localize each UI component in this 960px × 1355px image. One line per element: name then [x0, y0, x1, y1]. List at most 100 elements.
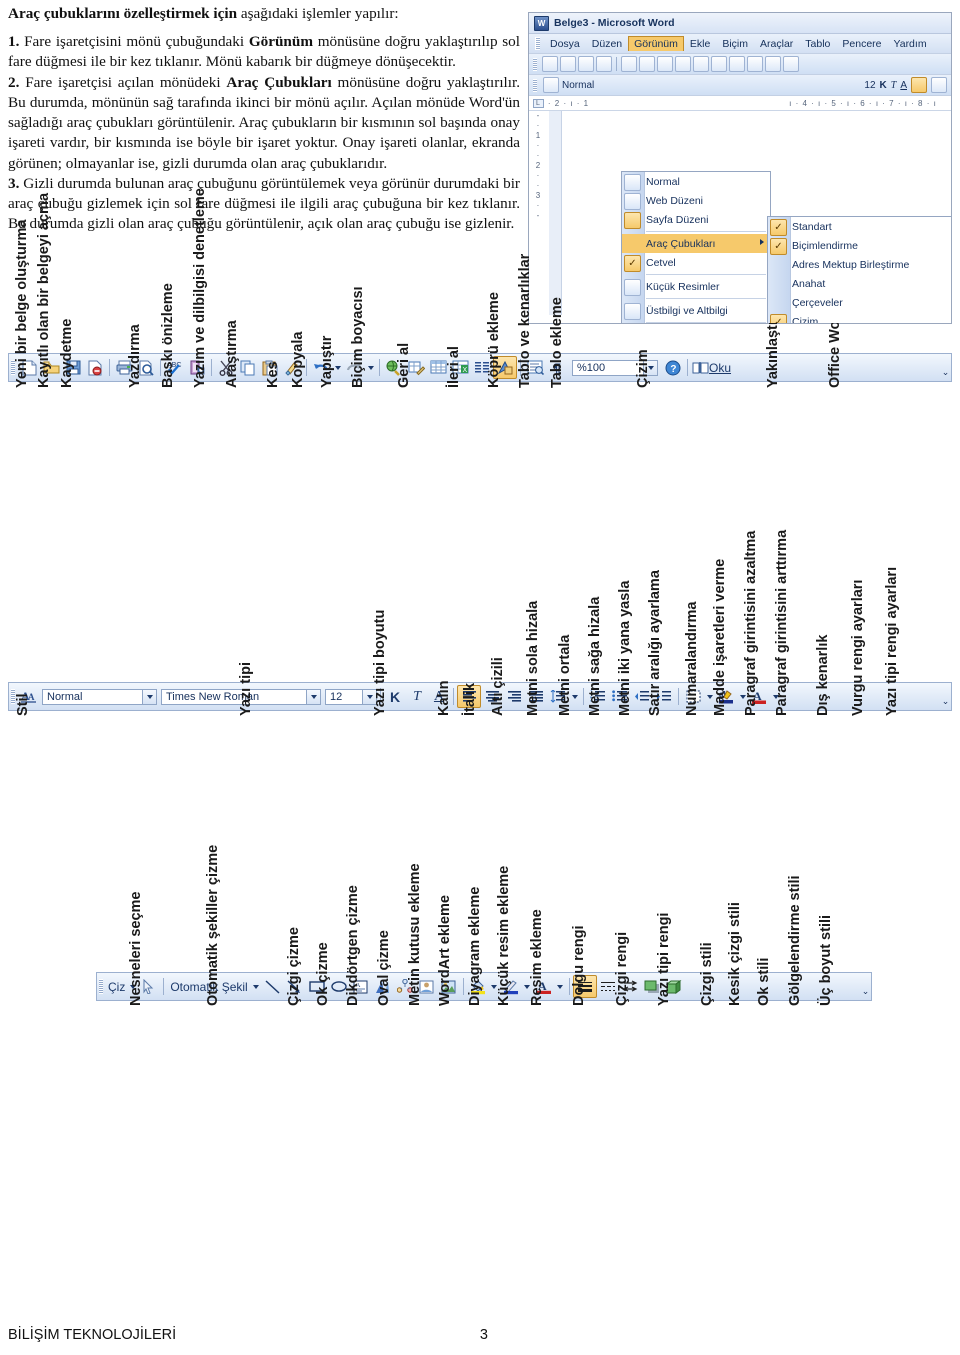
- callout-numbering: Numaralandırma: [684, 601, 700, 716]
- formatting-grip-icon[interactable]: [533, 78, 537, 92]
- footer-left-text: BİLİŞİM TEKNOLOJİLERİ: [8, 1327, 177, 1343]
- mini-save-disk-icon[interactable]: [578, 56, 594, 72]
- ruler-marks-left: · 2 · ı · 1: [547, 98, 590, 108]
- read-label[interactable]: Oku: [709, 361, 731, 375]
- normal-view-icon: [624, 174, 641, 191]
- mini-excel-sheet-icon[interactable]: [765, 56, 781, 72]
- help-question-icon[interactable]: ?: [662, 357, 684, 378]
- mini-align-center-button[interactable]: [931, 77, 947, 93]
- mini-bold-button[interactable]: K: [880, 80, 887, 91]
- drawing-font-color-dropdown-icon[interactable]: [555, 976, 566, 997]
- submenu-item-standart[interactable]: ✓ Standart: [768, 217, 951, 236]
- permission-icon[interactable]: [84, 357, 106, 378]
- menu-item-label: Sayfa Düzeni: [646, 213, 709, 226]
- align-right-button[interactable]: [503, 686, 525, 707]
- submenu-item-adres-mektup[interactable]: Adres Mektup Birleştirme: [768, 255, 951, 274]
- style-dropdown-arrow-icon[interactable]: [142, 689, 156, 704]
- callout-rectangle: Dikdörtgen çizme: [345, 885, 361, 1006]
- word-window-screenshot: W Belge3 - Microsoft Word Dosya Düzen Gö…: [528, 12, 952, 324]
- callout-insert-picture: Resim ekleme: [529, 909, 545, 1006]
- callout-spellcheck: Yazım ve dilbilgisi denetleme: [192, 188, 208, 388]
- formatting-toolbar: AA Normal Times New Roman 12 K T A 123 a…: [8, 682, 952, 711]
- toolbar-separator: [583, 688, 584, 705]
- step1-number: 1.: [8, 33, 20, 51]
- menu-item-cetvel[interactable]: ✓ Cetvel: [622, 253, 770, 272]
- read-book-icon[interactable]: [691, 357, 709, 378]
- callout-line-spacing: Satır aralığı ayarlama: [647, 570, 663, 716]
- tab-selector-icon[interactable]: L: [533, 98, 544, 108]
- mini-hyperlink-icon[interactable]: [711, 56, 727, 72]
- mini-undo-icon[interactable]: [675, 56, 691, 72]
- menu-item-arac-cubuklari[interactable]: Araç Çubukları: [622, 234, 770, 253]
- menu-tablo[interactable]: Tablo: [799, 36, 836, 52]
- mini-new-document-icon[interactable]: [542, 56, 558, 72]
- menu-gorunum[interactable]: Görünüm: [628, 36, 684, 51]
- mini-align-left-button[interactable]: [911, 77, 927, 93]
- drawing-toolbar-overflow-icon[interactable]: ⌄: [860, 976, 871, 997]
- toolbar-grip-icon[interactable]: [533, 57, 537, 71]
- menu-araclar[interactable]: Araçlar: [754, 36, 799, 52]
- mini-format-painter-icon[interactable]: [657, 56, 673, 72]
- menu-item-normal[interactable]: Normal: [622, 172, 770, 191]
- menu-item-sayfa-duzeni[interactable]: Sayfa Düzeni: [622, 210, 770, 229]
- menu-bicim[interactable]: Biçim: [716, 36, 754, 52]
- mini-columns-icon[interactable]: [783, 56, 799, 72]
- font-size-combo[interactable]: 12: [325, 688, 377, 705]
- mini-tables-borders-icon[interactable]: [729, 56, 745, 72]
- menu-pencere[interactable]: Pencere: [836, 36, 887, 52]
- svg-text:X: X: [462, 367, 467, 374]
- menu-separator: [646, 322, 766, 323]
- menu-ekle[interactable]: Ekle: [684, 36, 716, 52]
- menu-yardim[interactable]: Yardım: [888, 36, 933, 52]
- mini-open-folder-icon[interactable]: [560, 56, 576, 72]
- web-layout-icon: [624, 193, 641, 210]
- step2-keyword: Araç Çubukları: [226, 73, 332, 91]
- menu-dosya[interactable]: Dosya: [544, 36, 586, 52]
- style-combo[interactable]: Normal: [42, 688, 157, 705]
- italic-button[interactable]: T: [406, 686, 428, 707]
- copy-icon[interactable]: [237, 357, 259, 378]
- submenu-item-bicimlendirme[interactable]: ✓ Biçimlendirme: [768, 236, 951, 255]
- menu-item-label: Üstbilgi ve Altbilgi: [646, 304, 728, 317]
- callout-fill-color: Dolgu rengi: [571, 925, 587, 1006]
- submenu-item-anahat[interactable]: Anahat: [768, 274, 951, 293]
- toolbar-overflow-icon[interactable]: ⌄: [940, 357, 951, 378]
- callout-save: Kaydetme: [59, 318, 75, 388]
- callout-oval: Oval çizme: [376, 930, 392, 1006]
- submenu-item-cizim[interactable]: ✓ Çizim: [768, 312, 951, 324]
- draw-menu-button[interactable]: Çiz: [106, 980, 127, 994]
- menu-item-ustbilgi-altbilgi[interactable]: Üstbilgi ve Altbilgi: [622, 301, 770, 320]
- callout-align-left: Metni sola hizala: [525, 600, 541, 716]
- mini-style-icon[interactable]: [543, 77, 559, 93]
- mini-permission-icon[interactable]: [596, 56, 612, 72]
- callout-italic: İtalik: [462, 682, 478, 716]
- drawing-toolbar-grip-icon[interactable]: [99, 979, 103, 994]
- callout-wordart: WordArt ekleme: [437, 895, 453, 1006]
- toolbar-separator: [306, 359, 307, 376]
- menubar-grip-icon[interactable]: [535, 37, 540, 50]
- mini-size-value[interactable]: 12: [864, 80, 875, 91]
- menu-item-web-duzeni[interactable]: Web Düzeni: [622, 191, 770, 210]
- redo-dropdown-icon[interactable]: [365, 357, 376, 378]
- step2-text-a: Fare işaretçisi açılan mönüdeki: [19, 73, 227, 91]
- callout-align-center: Metni ortala: [557, 634, 573, 716]
- line-icon[interactable]: [262, 976, 284, 997]
- mini-print-icon[interactable]: [621, 56, 637, 72]
- autoshape-dropdown-icon[interactable]: [251, 976, 262, 997]
- toolbar-separator: [379, 359, 380, 376]
- mini-underline-button[interactable]: A: [900, 80, 907, 91]
- mini-italic-button[interactable]: T: [891, 80, 897, 91]
- mini-insert-table-icon[interactable]: [747, 56, 763, 72]
- formatting-toolbar-overflow-icon[interactable]: ⌄: [940, 686, 951, 707]
- mini-style-value[interactable]: Normal: [562, 80, 594, 91]
- page-footer: BİLİŞİM TEKNOLOJİLERİ 3: [8, 1327, 952, 1343]
- mini-redo-icon[interactable]: [693, 56, 709, 72]
- mini-print-preview-icon[interactable]: [639, 56, 655, 72]
- menu-item-kucuk-resimler[interactable]: Küçük Resimler: [622, 277, 770, 296]
- submenu-item-cerceveler[interactable]: Çerçeveler: [768, 293, 951, 312]
- submenu-item-label: Çizim: [792, 315, 819, 324]
- menu-duzen[interactable]: Düzen: [586, 36, 628, 52]
- font-dropdown-arrow-icon[interactable]: [306, 689, 320, 704]
- toolbar-separator: [211, 359, 212, 376]
- callout-decrease-indent: Paragraf girintisini azaltma: [743, 530, 759, 716]
